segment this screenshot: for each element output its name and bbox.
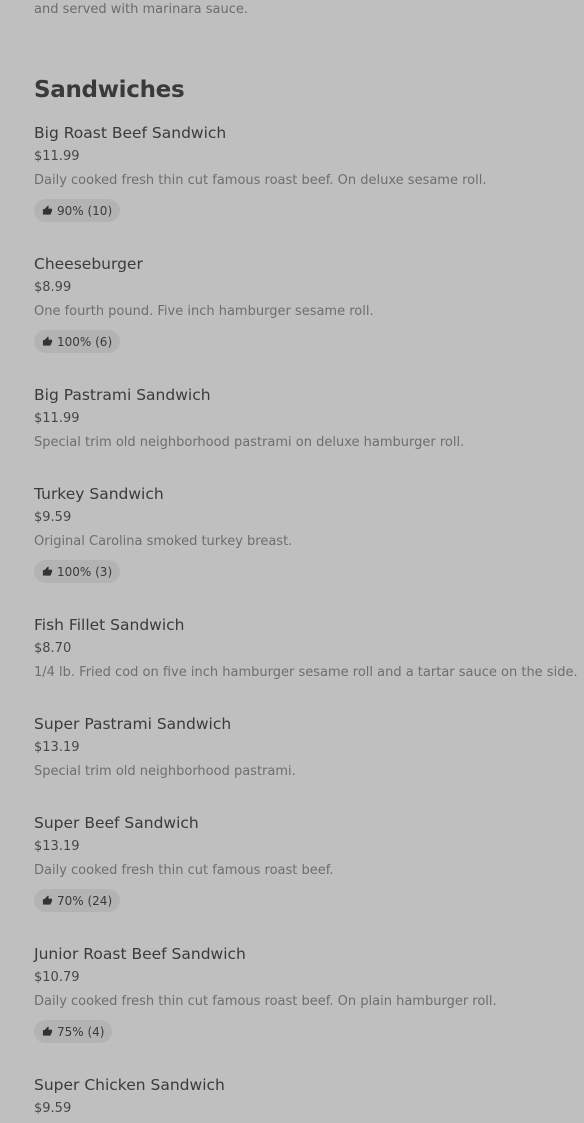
menu-item-price: $8.70: [34, 641, 72, 656]
menu-item[interactable]: Fish Fillet Sandwich $8.70 1/4 lb. Fried c…: [34, 614, 584, 683]
menu-item-name: Cheeseburger: [34, 255, 143, 273]
menu-item-list: Big Roast Beef Sandwich $11.99 Daily cooke…: [34, 122, 584, 1119]
menu-item[interactable]: Turkey Sandwich $9.59 Original Carolina sm…: [34, 483, 584, 583]
menu-item-description: Daily cooked fresh thin cut famous roast…: [34, 994, 497, 1009]
section-title: Sandwiches: [34, 77, 185, 103]
rating-badge: 70% (24): [34, 889, 121, 912]
menu-item-description: Special trim old neighborhood pastrami o…: [34, 435, 465, 450]
menu-item[interactable]: Super Chicken Sandwich $9.59: [34, 1074, 584, 1119]
menu-item-price: $13.19: [34, 740, 80, 755]
menu-item-name: Super Chicken Sandwich: [34, 1076, 225, 1094]
menu-item[interactable]: Big Pastrami Sandwich $11.99 Special trim …: [34, 384, 584, 453]
menu-item-description: 1/4 lb. Fried cod on five inch hamburger…: [34, 665, 578, 680]
menu-item-price: $9.59: [34, 1101, 72, 1116]
menu-item-price: $11.99: [34, 149, 80, 164]
rating-text: 90% (10): [57, 203, 113, 218]
menu-item-name: Big Roast Beef Sandwich: [34, 124, 227, 142]
item-spacer: [34, 222, 584, 253]
previous-item-description: and served with marinara sauce.: [34, 2, 248, 17]
menu-item-name: Fish Fillet Sandwich: [34, 616, 185, 634]
item-spacer: [34, 1043, 584, 1074]
menu-item-description: Special trim old neighborhood pastrami.: [34, 764, 296, 779]
rating-badge: 75% (4): [34, 1020, 113, 1043]
rating-badge: 100% (6): [34, 330, 121, 353]
menu-item[interactable]: Big Roast Beef Sandwich $11.99 Daily cooke…: [34, 122, 584, 222]
menu-item-name: Junior Roast Beef Sandwich: [34, 945, 246, 963]
menu-item-name: Turkey Sandwich: [34, 485, 164, 503]
menu-item-description: One fourth pound. Five inch hamburger se…: [34, 304, 374, 319]
item-spacer: [34, 453, 584, 483]
thumbs-up-icon: [42, 336, 53, 347]
menu-item[interactable]: Junior Roast Beef Sandwich $10.79 Daily co…: [34, 943, 584, 1043]
menu-item-description: Daily cooked fresh thin cut famous roast…: [34, 863, 334, 878]
item-spacer: [34, 782, 584, 812]
menu-item[interactable]: Super Pastrami Sandwich $13.19 Special tri…: [34, 713, 584, 782]
thumbs-up-icon: [42, 566, 53, 577]
item-spacer: [34, 683, 584, 713]
menu-item-price: $8.99: [34, 280, 72, 295]
menu-item-description: Original Carolina smoked turkey breast.: [34, 534, 293, 549]
menu-item-name: Big Pastrami Sandwich: [34, 386, 211, 404]
thumbs-up-icon: [42, 205, 53, 216]
menu-item-price: $13.19: [34, 839, 80, 854]
menu-item-price: $11.99: [34, 411, 80, 426]
rating-text: 75% (4): [57, 1024, 105, 1039]
menu-item-price: $9.59: [34, 510, 72, 525]
menu-item-name: Super Beef Sandwich: [34, 814, 199, 832]
menu-item-name: Super Pastrami Sandwich: [34, 715, 232, 733]
item-spacer: [34, 583, 584, 614]
menu-item[interactable]: Cheeseburger $8.99 One fourth pound. Five …: [34, 253, 584, 353]
rating-text: 100% (6): [57, 334, 113, 349]
rating-text: 70% (24): [57, 893, 113, 908]
menu-item-description: Daily cooked fresh thin cut famous roast…: [34, 173, 487, 188]
item-spacer: [34, 353, 584, 384]
item-spacer: [34, 912, 584, 943]
rating-badge: 100% (3): [34, 560, 121, 583]
thumbs-up-icon: [42, 1026, 53, 1037]
menu-item-price: $10.79: [34, 970, 80, 985]
rating-text: 100% (3): [57, 564, 113, 579]
rating-badge: 90% (10): [34, 199, 121, 222]
menu-item[interactable]: Super Beef Sandwich $13.19 Daily cooked fr…: [34, 812, 584, 912]
thumbs-up-icon: [42, 895, 53, 906]
